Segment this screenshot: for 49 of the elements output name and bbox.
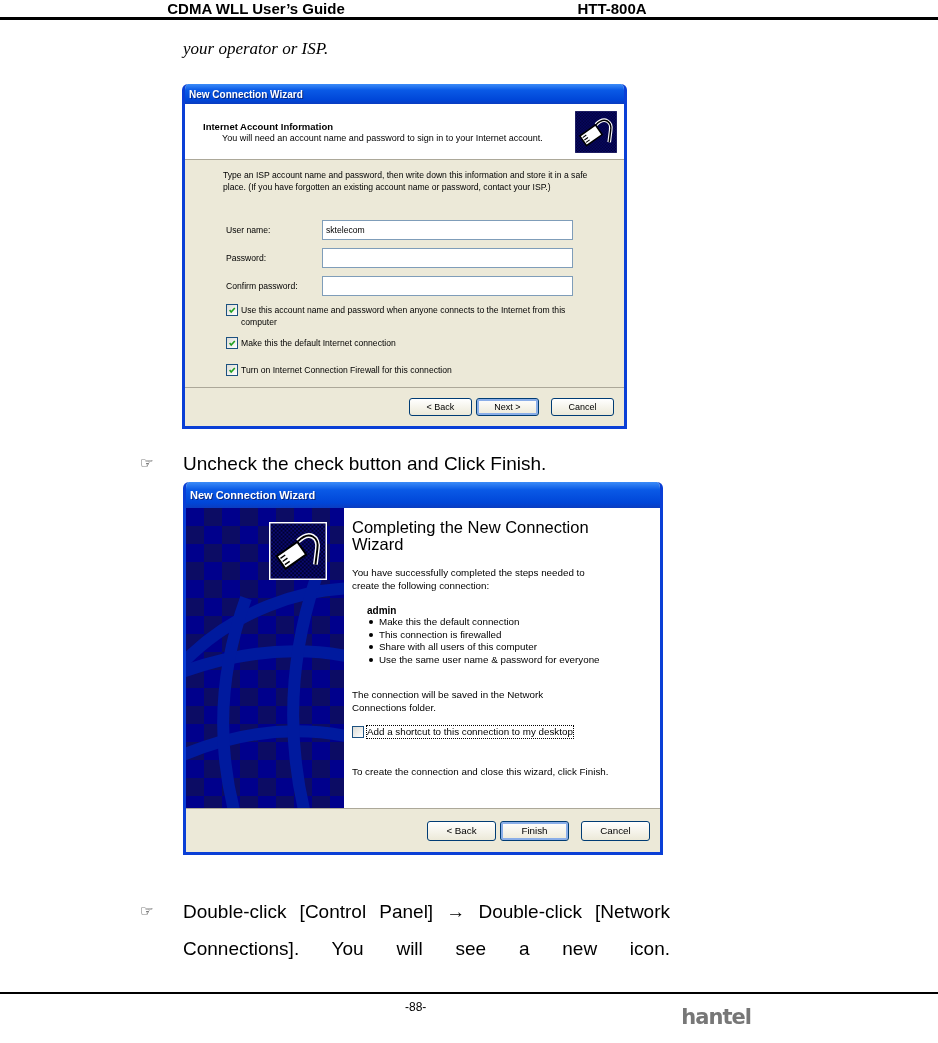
bullet-icon [369, 632, 373, 637]
step-text: Uncheck the check button and Click Finish. [183, 454, 547, 473]
wizard-subheading: You will need an account name and password to sign in to your Internet account. [221, 132, 543, 143]
wizard-heading: Completing the New Connection Wizard [352, 519, 590, 553]
dialog-button[interactable]: Next > [476, 398, 539, 416]
bullet-icon [369, 645, 373, 650]
checkbox-label[interactable]: Make this the default Internet connection [241, 337, 396, 349]
dialog-button[interactable]: Finish [500, 820, 569, 841]
checkbox-label[interactable]: Add a shortcut to this connection to my desktop [367, 726, 573, 738]
intro-text: your operator or ISP. [183, 39, 330, 60]
pointing-hand: ☞ [140, 454, 155, 473]
model-name: HTT-800A [576, 0, 648, 17]
dialog-button[interactable]: < Back [409, 398, 472, 416]
checkbox-label[interactable]: Use this account name and password when anyone connects to the Internet from this computer [241, 304, 591, 328]
dialog-button[interactable]: < Back [427, 820, 496, 841]
dialog-button[interactable]: Cancel [581, 820, 650, 841]
field-label: Password: [226, 252, 268, 264]
input-field[interactable] [322, 248, 573, 268]
bullet-icon [369, 620, 373, 625]
field-label: Confirm password: [226, 280, 299, 292]
detail-text: Use the same user name & password for everyone [379, 653, 600, 666]
bullet-icon [369, 657, 373, 662]
connection-name: admin [367, 605, 398, 616]
field-label: User name: [226, 224, 272, 236]
document-title: CDMA WLL User’s Guide [166, 0, 346, 17]
checkbox[interactable] [226, 364, 238, 376]
saved-text: The connection will be saved in the Network Connections folder. [352, 689, 545, 714]
step-text: Double-click [Control Panel] → Double-click [Network Connections]. You will see a new icon. [183, 900, 670, 961]
instructions-text: Type an ISP account name and password, then write down this information and store it in a safe place. (If you have forgotten an existing account name or password, contact your ISP.) [223, 169, 589, 193]
detail-text: Share with all users of this computer [379, 641, 537, 654]
closing-text: To create the connection and close this wizard, click Finish. [352, 766, 610, 779]
detail-text: This connection is firewalled [379, 628, 502, 641]
checkbox[interactable] [226, 304, 238, 316]
wizard-heading: Internet Account Information [203, 120, 334, 132]
checkbox[interactable] [352, 726, 364, 738]
window-title: New Connection Wizard [190, 489, 316, 501]
checkbox[interactable] [226, 337, 238, 349]
network-cable-icon [269, 522, 327, 580]
detail-text: Make this the default connection [379, 616, 520, 629]
pointing-hand: ☞ [140, 901, 155, 922]
dialog-button[interactable]: Cancel [551, 398, 614, 416]
checkbox-label[interactable]: Turn on Internet Connection Firewall for this connection [241, 364, 452, 376]
input-field[interactable]: sktelecom [322, 220, 573, 240]
logo: hantel [681, 1005, 751, 1031]
window-title: New Connection Wizard [189, 88, 303, 100]
input-field[interactable] [322, 276, 573, 296]
network-cable-icon [574, 109, 618, 154]
page-number: -88- [405, 1000, 427, 1016]
intro-text: You have successfully completed the steps needed to create the following connection: [352, 567, 586, 592]
